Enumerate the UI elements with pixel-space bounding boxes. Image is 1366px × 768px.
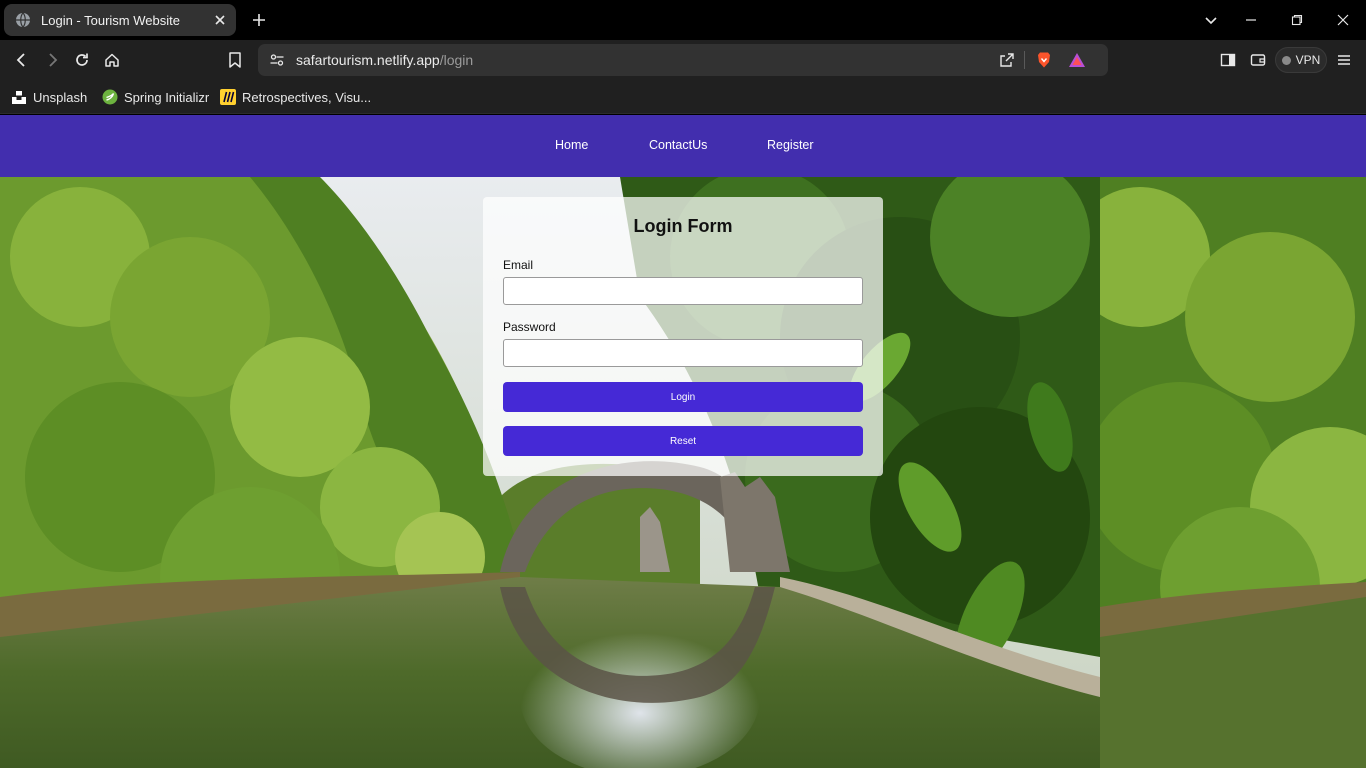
bookmark-unsplash[interactable]: Unsplash <box>11 86 87 108</box>
forward-arrow-icon[interactable] <box>40 48 64 72</box>
bookmark-label: Spring Initializr <box>124 89 210 105</box>
password-input[interactable] <box>503 339 863 367</box>
bookmark-label: Retrospectives, Visu... <box>242 89 372 105</box>
globe-icon <box>15 12 31 28</box>
browser-tab[interactable]: Login - Tourism Website <box>4 4 236 36</box>
bookmarks-bar: Unsplash Spring Initializr Retrospective… <box>0 80 1366 114</box>
spring-icon <box>102 89 118 105</box>
reload-icon[interactable] <box>70 48 94 72</box>
unsplash-icon <box>11 89 27 105</box>
share-icon[interactable] <box>999 52 1015 73</box>
nav-link-home[interactable]: Home <box>555 138 588 152</box>
browser-tab-bar: Login - Tourism Website <box>0 0 1366 40</box>
email-label: Email <box>503 258 534 272</box>
close-window-icon[interactable] <box>1331 8 1355 32</box>
form-title: Login Form <box>633 216 733 236</box>
url-text: safartourism.netlify.app/login <box>296 52 473 68</box>
bookmark-retrospectives[interactable]: Retrospectives, Visu... <box>220 86 371 108</box>
tab-search-chevron-icon[interactable] <box>1199 8 1223 32</box>
wallet-icon[interactable] <box>1246 48 1270 72</box>
login-form-card: Login Form Email Password Login Reset <box>483 197 883 476</box>
bookmark-label: Unsplash <box>33 89 88 105</box>
back-arrow-icon[interactable] <box>10 48 34 72</box>
bookmark-spring-initializr[interactable]: Spring Initializr <box>102 86 209 108</box>
close-tab-icon[interactable] <box>208 8 232 32</box>
sidebar-icon[interactable] <box>1216 48 1240 72</box>
password-label: Password <box>503 320 556 334</box>
omnibox-divider <box>1024 51 1025 69</box>
restore-icon[interactable] <box>1285 8 1309 32</box>
site-navbar: Home ContactUs Register <box>0 115 1366 177</box>
bookmark-icon[interactable] <box>223 48 247 72</box>
email-input[interactable] <box>503 277 863 305</box>
brave-rewards-icon[interactable] <box>1068 52 1086 73</box>
new-tab-icon[interactable] <box>247 8 271 32</box>
vpn-button[interactable]: VPN <box>1275 47 1327 73</box>
home-icon[interactable] <box>100 48 124 72</box>
url-host: safartourism.netlify.app <box>296 52 440 68</box>
url-path: /login <box>439 52 474 68</box>
login-button[interactable]: Login <box>503 382 863 412</box>
site-settings-icon[interactable] <box>269 52 285 73</box>
reset-button[interactable]: Reset <box>503 426 863 456</box>
miro-icon <box>220 89 236 105</box>
address-bar[interactable]: safartourism.netlify.app/login <box>258 44 1108 76</box>
brave-shields-icon[interactable] <box>1035 51 1053 74</box>
nav-link-contactus[interactable]: ContactUs <box>649 138 707 152</box>
vpn-label: VPN <box>1295 53 1321 67</box>
minimize-icon[interactable] <box>1239 8 1263 32</box>
nav-link-register[interactable]: Register <box>767 138 814 152</box>
bridge-landscape-image-repeat <box>1100 177 1366 768</box>
menu-icon[interactable] <box>1332 48 1356 72</box>
vpn-status-dot <box>1281 55 1291 65</box>
tab-title: Login - Tourism Website <box>41 12 180 28</box>
